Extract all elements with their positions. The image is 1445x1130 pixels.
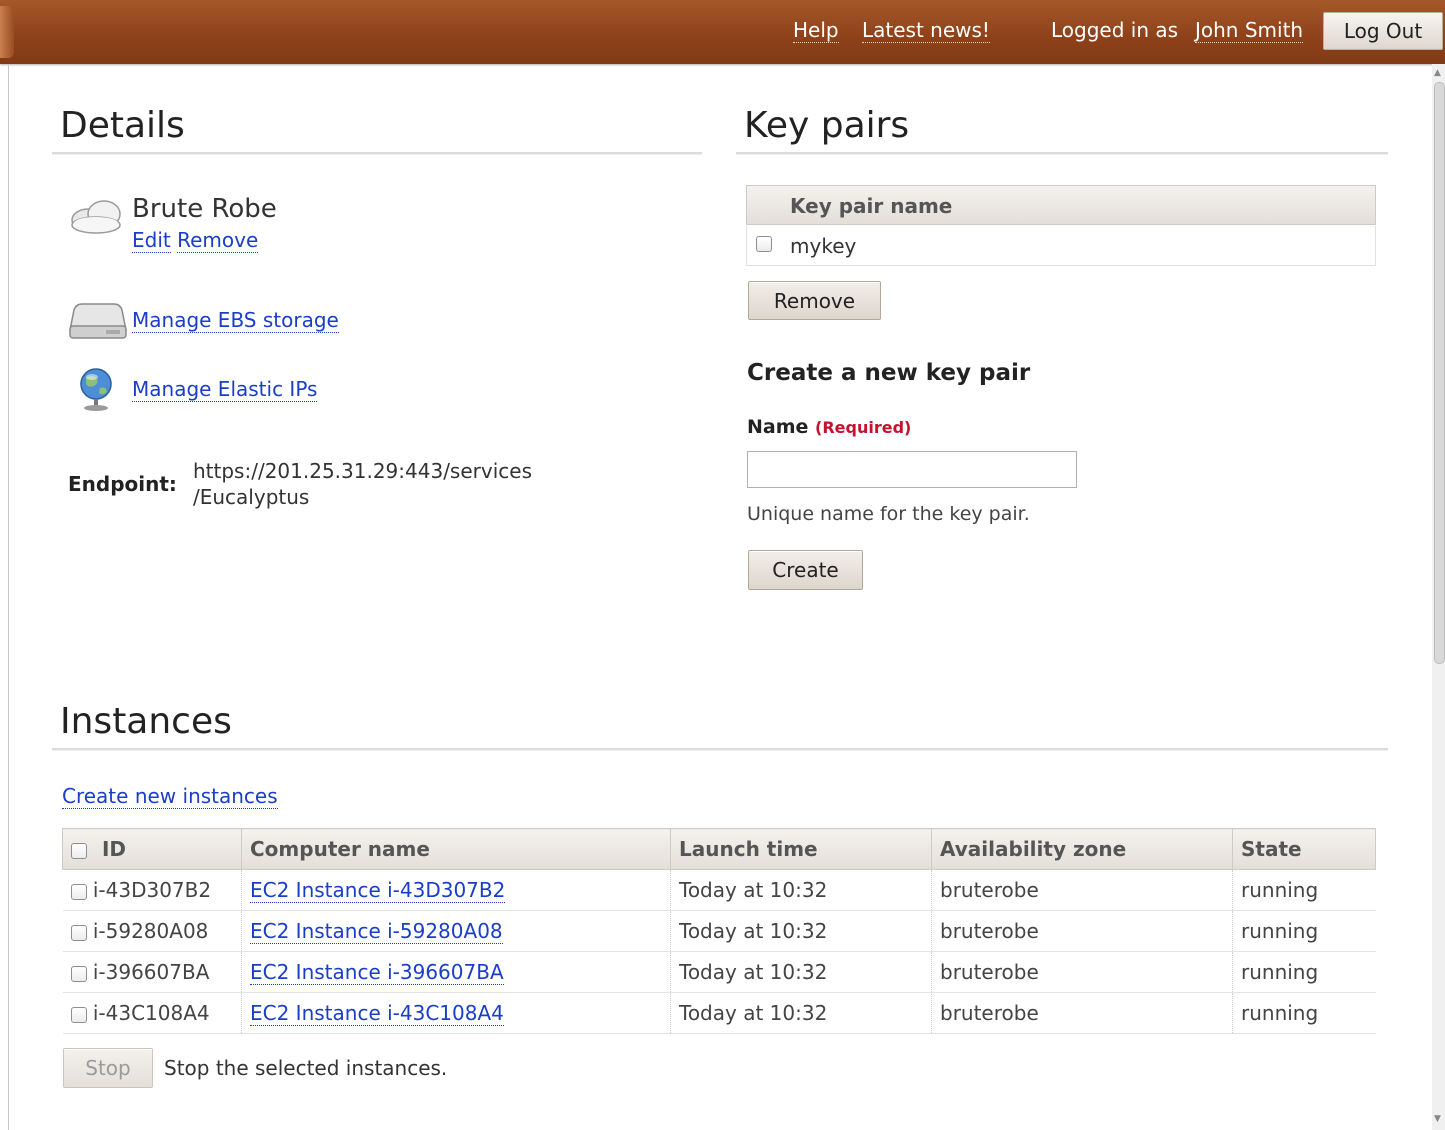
top-bar: Help Latest news! Logged in as John Smit… xyxy=(0,0,1445,64)
instance-link[interactable]: EC2 Instance i-43D307B2 xyxy=(250,878,506,903)
computer-name-column-header[interactable]: Computer name xyxy=(241,828,671,870)
state-cell: running xyxy=(1232,951,1376,993)
help-link[interactable]: Help xyxy=(793,18,839,43)
left-border xyxy=(8,64,9,1130)
endpoint-line-2: /Eucalyptus xyxy=(193,485,310,509)
edit-link[interactable]: Edit xyxy=(132,228,171,253)
cloud-icon xyxy=(66,194,130,238)
instance-id: i-396607BA xyxy=(92,960,210,984)
stop-help-text: Stop the selected instances. xyxy=(164,1056,448,1080)
instance-checkbox[interactable] xyxy=(70,924,87,941)
instance-id-cell: i-59280A08 xyxy=(62,910,242,952)
instance-link[interactable]: EC2 Instance i-396607BA xyxy=(250,960,504,985)
endpoint-line-1: https://201.25.31.29:443/services xyxy=(193,459,532,483)
keypair-column-header[interactable]: Key pair name xyxy=(790,194,952,218)
zone-cell: bruterobe xyxy=(931,910,1233,952)
keypair-row: mykey xyxy=(746,226,1376,266)
keypairs-title: Key pairs xyxy=(744,105,910,146)
logout-button[interactable]: Log Out xyxy=(1323,12,1443,50)
keypair-checkbox[interactable] xyxy=(756,236,772,252)
endpoint-label: Endpoint: xyxy=(68,472,177,496)
details-divider xyxy=(52,152,702,155)
remove-cloud-link[interactable]: Remove xyxy=(177,228,259,253)
instance-link[interactable]: EC2 Instance i-43C108A4 xyxy=(250,1001,504,1026)
zone-cell: bruterobe xyxy=(931,951,1233,993)
remove-keypair-button[interactable]: Remove xyxy=(748,281,881,320)
endpoint-value: https://201.25.31.29:443/services /Eucal… xyxy=(193,458,532,510)
scroll-down-icon[interactable]: ▼ xyxy=(1434,1114,1441,1124)
storage-icon xyxy=(68,300,128,340)
instances-divider xyxy=(52,748,1388,751)
instance-id: i-59280A08 xyxy=(92,919,209,943)
id-header-label: ID xyxy=(101,837,127,861)
vertical-scrollbar[interactable]: ▲ ▼ xyxy=(1432,64,1445,1130)
manage-elastic-ips-link[interactable]: Manage Elastic IPs xyxy=(132,377,318,402)
instance-checkbox[interactable] xyxy=(70,883,87,900)
instance-link[interactable]: EC2 Instance i-59280A08 xyxy=(250,919,503,944)
availability-zone-column-header[interactable]: Availability zone xyxy=(931,828,1233,870)
zone-cell: bruterobe xyxy=(931,992,1233,1034)
manage-ebs-link[interactable]: Manage EBS storage xyxy=(132,308,339,333)
instance-id-cell: i-43D307B2 xyxy=(62,869,242,911)
instances-title: Instances xyxy=(60,701,232,742)
name-label: Name xyxy=(747,416,809,438)
computer-name-cell: EC2 Instance i-59280A08 xyxy=(241,910,671,952)
computer-name-cell: EC2 Instance i-43D307B2 xyxy=(241,869,671,911)
launch-time-cell: Today at 10:32 xyxy=(670,951,932,993)
instances-table: ID Computer name Launch time Availabilit… xyxy=(62,828,1376,1034)
cloud-name: Brute Robe xyxy=(132,194,277,224)
state-cell: running xyxy=(1232,910,1376,952)
scrollbar-thumb[interactable] xyxy=(1434,82,1445,664)
computer-name-cell: EC2 Instance i-396607BA xyxy=(241,951,671,993)
latest-news-link[interactable]: Latest news! xyxy=(862,18,990,43)
create-keypair-heading: Create a new key pair xyxy=(747,360,1031,386)
logged-in-label: Logged in as xyxy=(1051,18,1179,42)
instance-id: i-43C108A4 xyxy=(92,1001,210,1025)
select-all-checkbox[interactable] xyxy=(71,842,87,859)
details-title: Details xyxy=(60,105,185,146)
instance-checkbox[interactable] xyxy=(70,965,87,982)
state-cell: running xyxy=(1232,869,1376,911)
keypair-name: mykey xyxy=(790,234,857,258)
create-keypair-button[interactable]: Create xyxy=(748,550,863,590)
launch-time-cell: Today at 10:32 xyxy=(670,992,932,1034)
create-instances-link[interactable]: Create new instances xyxy=(62,784,278,809)
instances-header-row: ID Computer name Launch time Availabilit… xyxy=(62,828,1376,870)
table-row: i-43D307B2 EC2 Instance i-43D307B2 Today… xyxy=(62,869,1376,911)
keypair-name-help: Unique name for the key pair. xyxy=(747,503,1030,525)
instance-id-cell: i-396607BA xyxy=(62,951,242,993)
id-column-header[interactable]: ID xyxy=(62,828,242,870)
state-cell: running xyxy=(1232,992,1376,1034)
keypairs-divider xyxy=(736,152,1388,155)
instance-checkbox[interactable] xyxy=(70,1006,87,1023)
stop-button[interactable]: Stop xyxy=(63,1048,153,1088)
required-indicator: (Required) xyxy=(815,418,912,437)
state-column-header[interactable]: State xyxy=(1232,828,1376,870)
computer-name-cell: EC2 Instance i-43C108A4 xyxy=(241,992,671,1034)
table-row: i-43C108A4 EC2 Instance i-43C108A4 Today… xyxy=(62,992,1376,1034)
user-link[interactable]: John Smith xyxy=(1195,18,1304,43)
table-row: i-396607BA EC2 Instance i-396607BA Today… xyxy=(62,951,1376,993)
keypair-table-header: Key pair name xyxy=(746,185,1376,225)
zone-cell: bruterobe xyxy=(931,869,1233,911)
table-row: i-59280A08 EC2 Instance i-59280A08 Today… xyxy=(62,910,1376,952)
globe-icon xyxy=(74,366,118,414)
keypair-name-input[interactable] xyxy=(747,451,1077,488)
instance-id: i-43D307B2 xyxy=(92,878,212,902)
scroll-up-icon[interactable]: ▲ xyxy=(1434,68,1441,78)
instance-id-cell: i-43C108A4 xyxy=(62,992,242,1034)
top-bar-edge xyxy=(0,6,14,58)
launch-time-cell: Today at 10:32 xyxy=(670,869,932,911)
launch-time-cell: Today at 10:32 xyxy=(670,910,932,952)
launch-time-column-header[interactable]: Launch time xyxy=(670,828,932,870)
